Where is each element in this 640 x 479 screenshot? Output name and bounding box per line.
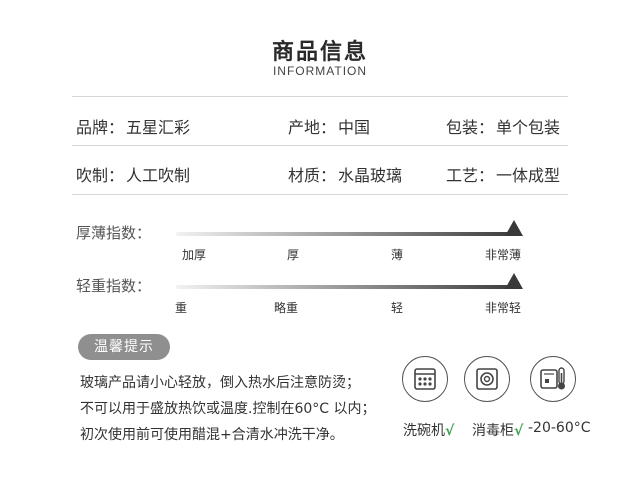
sterilizer-check-icon: √ [514, 423, 524, 439]
blowing-value: 人工吹制 [126, 166, 191, 185]
thickness-tick: 非常薄 [484, 248, 522, 262]
sterilizer-label-text: 消毒柜 [472, 423, 514, 439]
weight-tick: 略重 [273, 301, 299, 315]
thermometer-icon [530, 356, 576, 402]
thickness-label: 厚薄指数： [76, 224, 152, 242]
sterilizer-label: 消毒柜√ [472, 420, 523, 440]
material-label: 材质： [288, 166, 337, 185]
sterilizer-icon [464, 356, 510, 402]
package-field: 包装： 单个包装 [446, 114, 560, 138]
temperature-range: -20-60°C [528, 420, 591, 436]
package-value: 单个包装 [496, 118, 561, 137]
blowing-field: 吹制： 人工吹制 [76, 162, 190, 186]
weight-tick: 轻 [390, 301, 404, 315]
thickness-tick: 加厚 [181, 248, 207, 262]
origin-label: 产地： [288, 118, 337, 137]
tip-line: 不可以用于盛放热饮或温度.控制在60°C 以内； [80, 401, 376, 417]
craft-label: 工艺： [446, 166, 495, 185]
package-label: 包装： [446, 118, 495, 137]
brand-value: 五星汇彩 [126, 118, 191, 137]
thickness-tick: 厚 [286, 248, 300, 262]
divider-top [72, 96, 568, 97]
weight-label: 轻重指数： [76, 277, 152, 295]
page-title: 商品信息 [271, 40, 368, 65]
blowing-label: 吹制： [76, 166, 125, 185]
dishwasher-icon [402, 356, 448, 402]
origin-field: 产地： 中国 [288, 114, 370, 138]
brand-label: 品牌： [76, 118, 125, 137]
tips-badge: 温馨提示 [78, 334, 170, 360]
divider-bottom [72, 194, 568, 195]
weight-marker [505, 273, 523, 289]
brand-field: 品牌： 五星汇彩 [76, 114, 190, 138]
craft-field: 工艺： 一体成型 [446, 162, 560, 186]
thickness-marker [505, 220, 523, 236]
craft-value: 一体成型 [496, 166, 561, 185]
material-value: 水晶玻璃 [338, 166, 403, 185]
dishwasher-label-text: 洗碗机 [403, 423, 445, 439]
weight-tick: 非常轻 [484, 301, 522, 315]
weight-tick: 重 [174, 301, 188, 315]
tip-line: 初次使用前可使用醋混+合清水冲洗干净。 [80, 427, 344, 443]
dishwasher-check-icon: √ [445, 423, 455, 439]
divider-middle [72, 145, 568, 146]
dishwasher-label: 洗碗机√ [403, 420, 454, 440]
weight-bar [176, 285, 520, 289]
origin-value: 中国 [338, 118, 371, 137]
page-subtitle: INFORMATION [272, 64, 368, 78]
thickness-tick: 薄 [390, 248, 404, 262]
material-field: 材质： 水晶玻璃 [288, 162, 402, 186]
tip-line: 玻璃产品请小心轻放，倒入热水后注意防烫； [80, 375, 360, 391]
thickness-bar [176, 232, 520, 236]
